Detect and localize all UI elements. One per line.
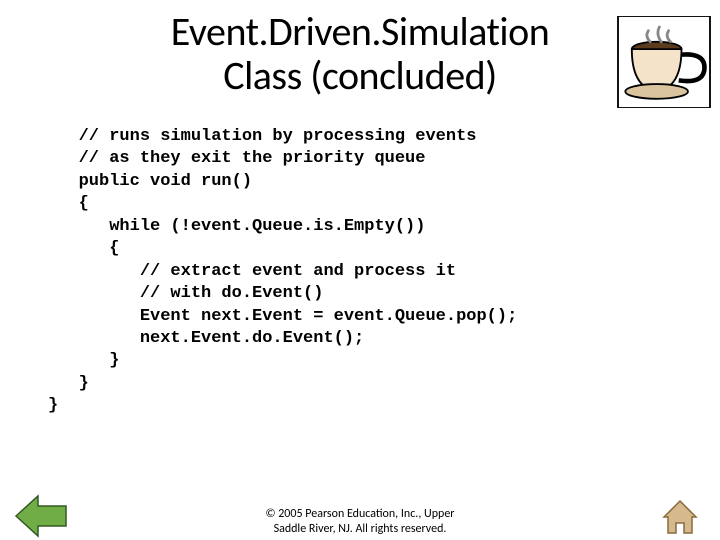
title-line1: Event.Driven.Simulation <box>0 10 720 54</box>
slide-title: Event.Driven.Simulation Class (concluded… <box>0 10 720 98</box>
copyright-footer: © 2005 Pearson Education, Inc., Upper Sa… <box>0 507 720 536</box>
title-line2: Class (concluded) <box>0 54 720 98</box>
back-arrow-icon[interactable] <box>14 494 69 540</box>
footer-line2: Saddle River, NJ. All rights reserved. <box>0 522 720 536</box>
code-block: // runs simulation by processing events … <box>48 126 720 418</box>
home-icon[interactable] <box>660 499 700 540</box>
footer-line1: © 2005 Pearson Education, Inc., Upper <box>0 507 720 521</box>
coffee-cup-icon <box>616 16 712 108</box>
